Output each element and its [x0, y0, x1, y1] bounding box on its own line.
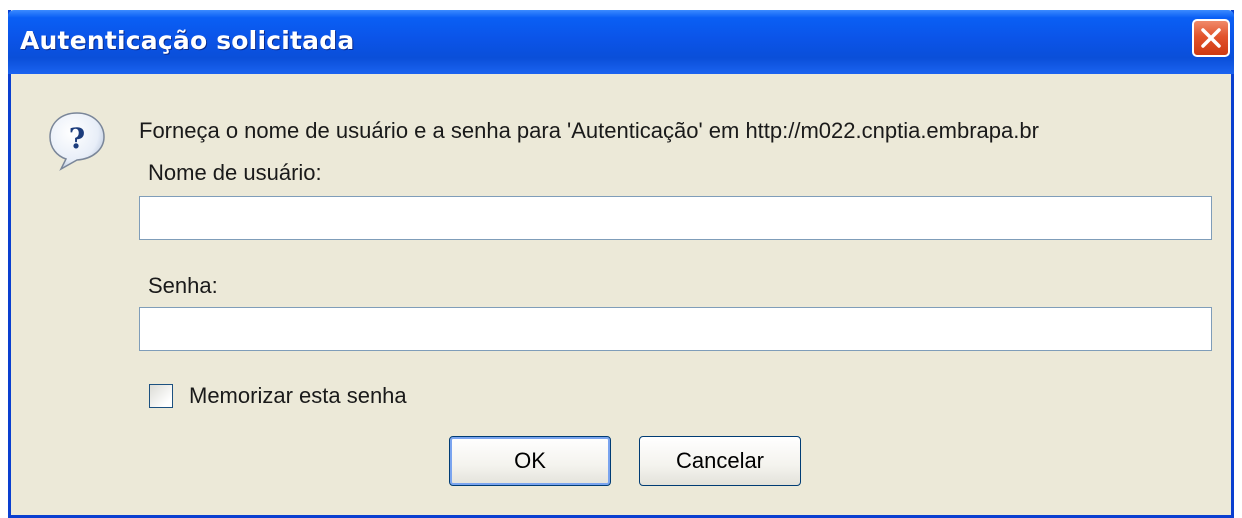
title-bar[interactable]: Autenticação solicitada: [8, 10, 1234, 74]
auth-prompt: Forneça o nome de usuário e a senha para…: [139, 118, 1039, 143]
password-input[interactable]: [139, 307, 1212, 351]
username-label: Nome de usuário:: [148, 160, 322, 185]
close-icon: [1201, 28, 1221, 48]
auth-dialog: Autenticação solicitada ? Forneça o nome…: [8, 10, 1234, 518]
ok-button[interactable]: OK: [449, 436, 611, 486]
cancel-button[interactable]: Cancelar: [639, 436, 801, 486]
remember-password-row[interactable]: Memorizar esta senha: [149, 382, 407, 410]
password-label: Senha:: [148, 273, 218, 298]
remember-password-checkbox[interactable]: [149, 384, 173, 408]
svg-text:?: ?: [69, 122, 85, 155]
username-input[interactable]: [139, 196, 1212, 240]
dialog-title: Autenticação solicitada: [20, 26, 355, 55]
close-button[interactable]: [1192, 19, 1230, 57]
remember-password-label[interactable]: Memorizar esta senha: [189, 383, 407, 409]
question-icon: ?: [49, 112, 105, 171]
